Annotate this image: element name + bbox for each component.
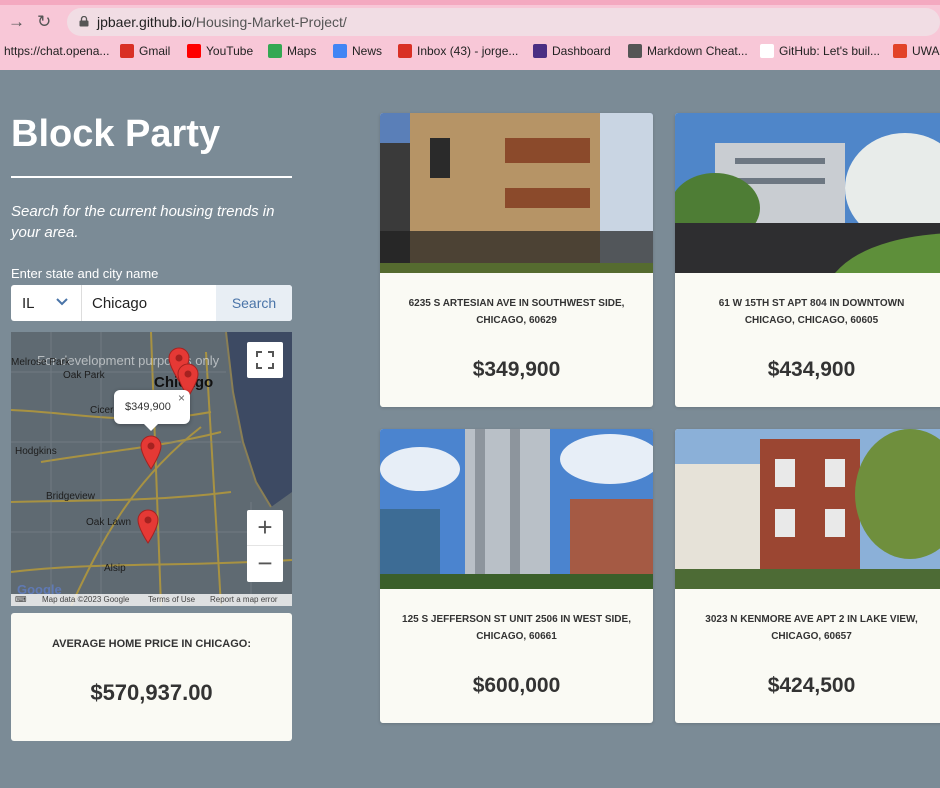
bookmark-item[interactable]: Maps: [268, 44, 316, 58]
terms-link[interactable]: Terms of Use: [148, 595, 195, 604]
average-price-card: AVERAGE HOME PRICE IN CHICAGO: $570,937.…: [11, 613, 292, 741]
chevron-down-icon: [56, 298, 68, 306]
listing-price: $424,500: [767, 674, 856, 697]
bookmark-label: Gmail: [139, 44, 171, 58]
zoom-controls: + −: [247, 510, 283, 582]
url-text: jpbaer.github.io/Housing-Market-Project/: [97, 14, 347, 30]
listing-card[interactable]: 3023 N KENMORE AVE APT 2 IN LAKE VIEW, C…: [675, 429, 940, 723]
fullscreen-button[interactable]: [247, 342, 283, 378]
house-photo: [675, 429, 940, 589]
listing-price: $434,900: [767, 358, 856, 381]
url-path: /Housing-Market-Project/: [191, 14, 347, 30]
bookmark-item[interactable]: Gmail: [120, 44, 170, 58]
fullscreen-icon: [256, 351, 274, 369]
listing-address: 6235 S ARTESIAN AVE IN SOUTHWEST SIDE, C…: [408, 298, 625, 326]
listing-price: $600,000: [472, 674, 561, 697]
reload-icon[interactable]: ↻: [37, 12, 51, 32]
listing-address: 3023 N KENMORE AVE APT 2 IN LAKE VIEW, C…: [705, 614, 918, 642]
bookmark-label: UWA: [912, 44, 940, 58]
map-attribution: ⌨ Map data ©2023 Google Terms of Use Rep…: [11, 594, 292, 606]
bookmark-label: Inbox (43) - jorge...: [417, 44, 519, 58]
tab-strip-edge: [0, 0, 940, 5]
bookmark-item[interactable]: UWA: [893, 44, 940, 58]
keyboard-icon[interactable]: ⌨: [15, 595, 27, 604]
zoom-out-button[interactable]: −: [247, 546, 283, 582]
form-label: Enter state and city name: [11, 266, 159, 281]
report-error-link[interactable]: Report a map error: [210, 595, 278, 604]
bookmark-favicon-icon: [187, 44, 201, 58]
bookmark-item[interactable]: Markdown Cheat...: [628, 44, 748, 58]
map-pin-icon[interactable]: [139, 434, 163, 470]
bookmark-favicon-icon: [628, 44, 642, 58]
bookmark-favicon-icon: [398, 44, 412, 58]
bookmark-label: YouTube: [206, 44, 254, 58]
house-photo: [380, 429, 653, 589]
bookmark-label: Maps: [287, 44, 317, 58]
close-icon[interactable]: ×: [178, 391, 185, 405]
map[interactable]: For development purposes only Melrose Pa…: [11, 332, 292, 606]
tagline: Search for the current housing trends in…: [11, 203, 275, 241]
town-label: Melrose Park: [11, 357, 70, 368]
house-photo: [380, 113, 653, 273]
listing-card[interactable]: 6235 S ARTESIAN AVE IN SOUTHWEST SIDE, C…: [380, 113, 653, 407]
bookmark-label: News: [352, 44, 383, 58]
bookmark-label: Markdown Cheat...: [647, 44, 748, 58]
town-label: Bridgeview: [46, 491, 95, 502]
browser-toolbar: → ↻ jpbaer.github.io/Housing-Market-Proj…: [0, 0, 940, 70]
bookmark-favicon-icon: [120, 44, 134, 58]
listing-address: 61 W 15TH ST APT 804 IN DOWNTOWN CHICAGO…: [718, 298, 905, 326]
average-value: $570,937.00: [90, 680, 213, 705]
house-photo: [675, 113, 940, 273]
bookmark-item[interactable]: YouTube: [187, 44, 253, 58]
bookmark-item[interactable]: Inbox (43) - jorge...: [398, 44, 518, 58]
address-bar[interactable]: jpbaer.github.io/Housing-Market-Project/: [67, 8, 940, 36]
map-data-credit: Map data ©2023 Google: [42, 595, 130, 604]
bookmark-label: Dashboard: [552, 44, 611, 58]
forward-arrow-icon[interactable]: →: [8, 12, 25, 32]
map-info-popup: $349,900 ×: [114, 390, 190, 431]
bookmark-item[interactable]: Dashboard: [533, 44, 611, 58]
listing-card[interactable]: 61 W 15TH ST APT 804 IN DOWNTOWN CHICAGO…: [675, 113, 940, 407]
bookmark-favicon-icon: [268, 44, 282, 58]
bookmark-item[interactable]: News: [333, 44, 382, 58]
bookmark-favicon-icon: [893, 44, 907, 58]
page-title: Block Party: [11, 113, 221, 155]
bookmark-item[interactable]: GitHub: Let's buil...: [760, 44, 880, 58]
town-label: Oak Lawn: [86, 517, 132, 528]
city-input[interactable]: [82, 285, 216, 321]
bookmark-item[interactable]: https://chat.opena...: [4, 44, 109, 58]
town-label: Hodgkins: [15, 446, 57, 457]
search-button[interactable]: Search: [216, 285, 292, 321]
town-label: Alsip: [104, 563, 126, 574]
listing-price: $349,900: [472, 358, 561, 381]
bookmark-favicon-icon: [760, 44, 774, 58]
listing-card[interactable]: 125 S JEFFERSON ST UNIT 2506 IN WEST SID…: [380, 429, 653, 723]
bookmark-label: GitHub: Let's buil...: [779, 44, 881, 58]
bookmark-label: https://chat.opena...: [4, 44, 110, 58]
state-value: IL: [22, 295, 35, 312]
zoom-in-button[interactable]: +: [247, 510, 283, 546]
search-form: IL Search: [11, 285, 292, 321]
bookmark-favicon-icon: [333, 44, 347, 58]
bookmarks-bar: https://chat.opena... Gmail YouTube Maps New…: [0, 42, 940, 64]
url-host: jpbaer.github.io: [97, 14, 192, 30]
title-divider: [11, 176, 292, 178]
bookmark-favicon-icon: [533, 44, 547, 58]
average-caption: AVERAGE HOME PRICE IN CHICAGO:: [51, 638, 252, 650]
listing-address: 125 S JEFFERSON ST UNIT 2506 IN WEST SID…: [402, 614, 631, 642]
town-label: Oak Park: [63, 370, 105, 381]
state-select[interactable]: IL: [11, 285, 82, 321]
popup-price: $349,900: [125, 401, 171, 413]
lock-icon: [79, 16, 89, 27]
map-pin-icon[interactable]: [136, 508, 160, 544]
